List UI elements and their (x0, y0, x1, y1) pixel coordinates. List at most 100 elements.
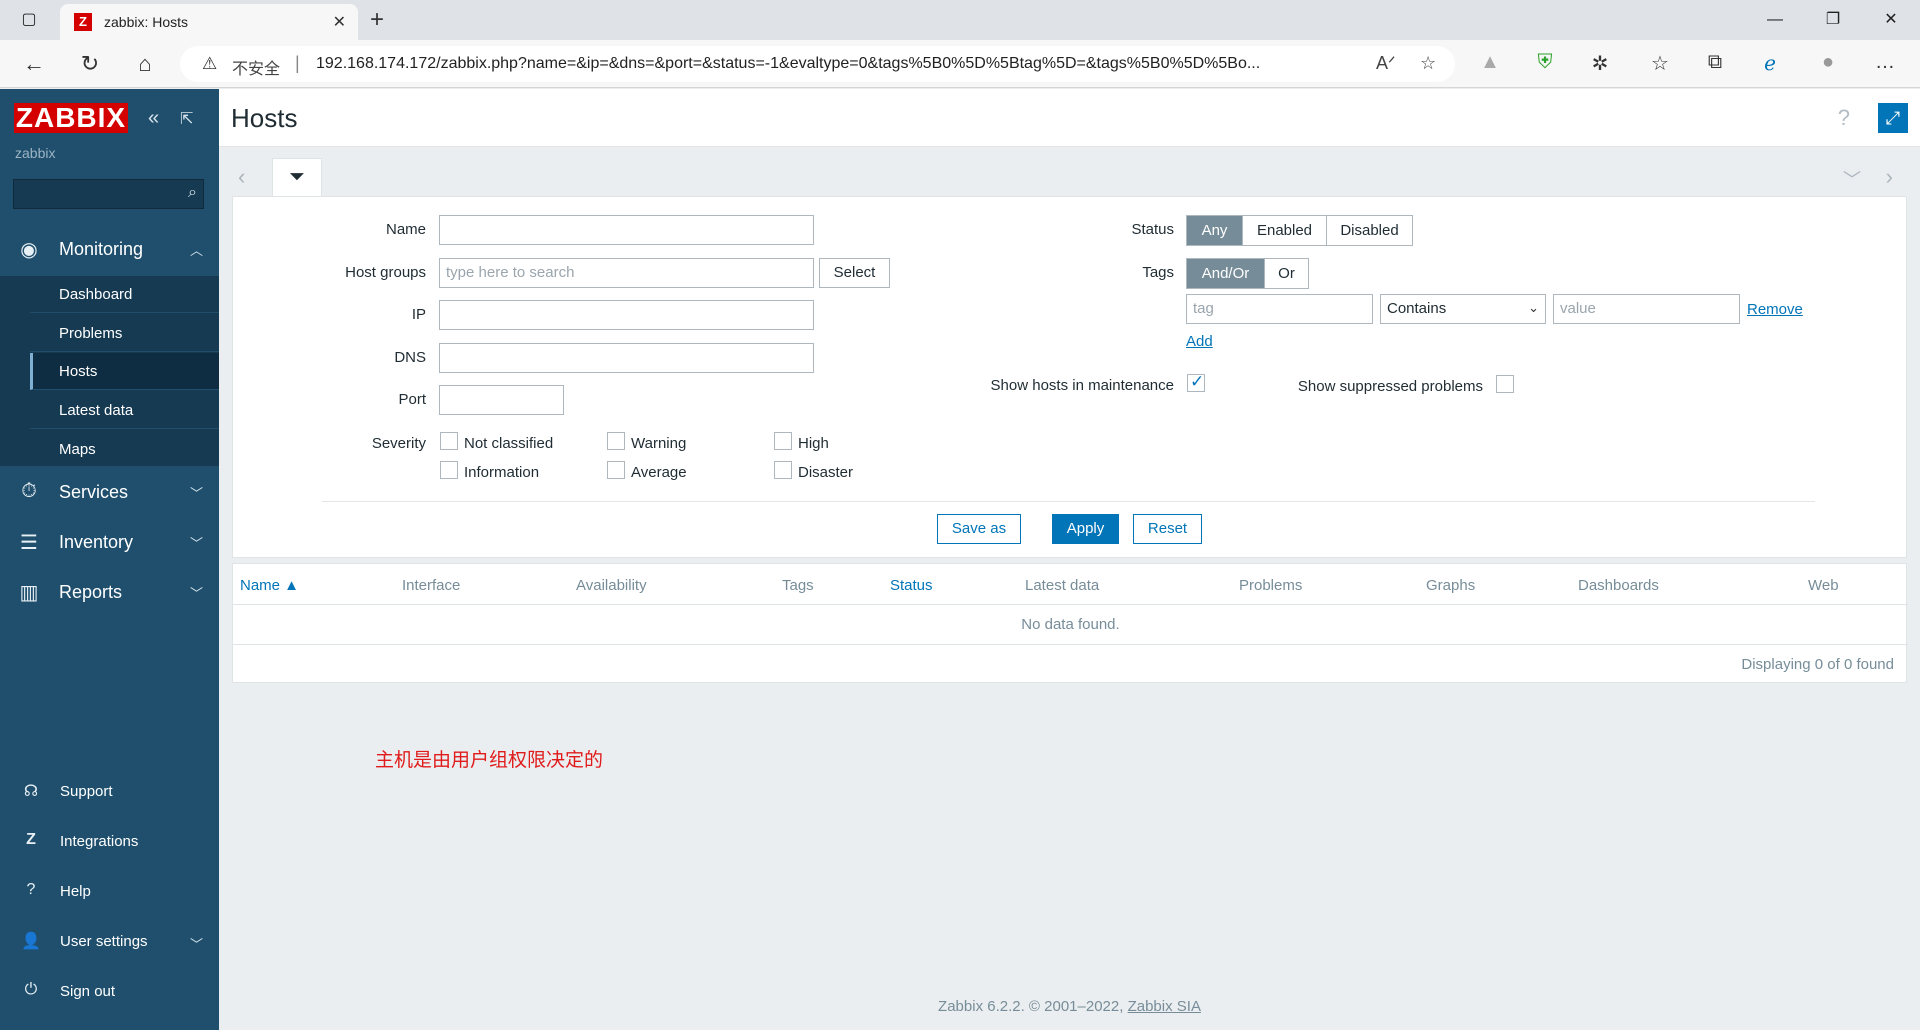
severity-information-checkbox[interactable] (440, 461, 458, 479)
new-tab-icon[interactable]: + (370, 6, 384, 34)
collections-icon[interactable]: ⧉ (1702, 51, 1728, 74)
extensions-icon[interactable]: ✲ (1587, 51, 1613, 76)
column-name[interactable]: Name ▲ (240, 577, 299, 594)
minimize-icon[interactable]: — (1746, 0, 1804, 40)
severity-not-classified-checkbox[interactable] (440, 432, 458, 450)
hide-sidebar-icon[interactable]: ⇱ (180, 109, 193, 129)
menu-inventory[interactable]: ☰ Inventory ﹀ (0, 517, 219, 567)
more-icon[interactable]: … (1872, 51, 1898, 74)
severity-disaster-checkbox[interactable] (774, 461, 792, 479)
menu-sign-out-label: Sign out (60, 983, 116, 1000)
maintenance-checkbox[interactable] (1187, 372, 1205, 392)
severity-average-checkbox[interactable] (607, 461, 625, 479)
search-icon[interactable]: ⌕ (188, 184, 197, 202)
menu-services[interactable]: ⏱ Services ﹀ (0, 467, 219, 517)
host-groups-label: Host groups (345, 264, 426, 281)
port-input[interactable] (439, 385, 564, 415)
severity-high-checkbox[interactable] (774, 432, 792, 450)
ie-mode-icon[interactable]: ℯ (1757, 51, 1783, 76)
sidebar-item-dashboard[interactable]: Dashboard (30, 276, 219, 313)
menu-reports-label: Reports (59, 582, 123, 602)
chevron-down-icon: ⌄ (1528, 300, 1539, 315)
chevron-left-icon[interactable]: ‹ (238, 164, 245, 190)
home-icon[interactable]: ⌂ (131, 50, 159, 78)
chevron-down-icon: ﹀ (189, 586, 203, 601)
integrations-icon: Z (26, 831, 36, 848)
window-close-icon[interactable]: ✕ (1862, 0, 1920, 40)
help-icon[interactable]: ? (1838, 105, 1850, 131)
tab-actions-icon[interactable]: ▢ (16, 8, 42, 32)
sidebar-item-problems[interactable]: Problems (30, 315, 219, 352)
sidebar-item-maps[interactable]: Maps (30, 431, 219, 468)
ip-input[interactable] (439, 300, 814, 330)
severity-warning-checkbox[interactable] (607, 432, 625, 450)
footer-link[interactable]: Zabbix SIA (1128, 998, 1201, 1015)
power-icon: ⏻ (24, 981, 38, 998)
menu-user-settings[interactable]: 👤 User settings ﹀ (0, 920, 219, 964)
ip-label: IP (411, 306, 426, 323)
suppressed-checkbox[interactable] (1496, 375, 1514, 393)
menu-reports[interactable]: ▥ Reports ﹀ (0, 567, 219, 617)
status-segmented-control: Any Enabled Disabled (1186, 215, 1413, 246)
extension-a-icon[interactable]: ▲ (1477, 51, 1503, 74)
status-disabled-option[interactable]: Disabled (1327, 216, 1412, 245)
status-any-option[interactable]: Any (1187, 216, 1243, 245)
menu-integrations[interactable]: Z Integrations (0, 820, 219, 864)
dns-input[interactable] (439, 343, 814, 373)
column-status[interactable]: Status (890, 577, 933, 594)
host-groups-input[interactable]: type here to search (439, 258, 814, 288)
menu-support[interactable]: ☊ Support (0, 770, 219, 814)
filter-tab[interactable]: ⏷ (272, 158, 322, 196)
menu-sign-out[interactable]: ⏻ Sign out (0, 970, 219, 1014)
chevron-down-icon: ﹀ (189, 536, 203, 551)
menu-monitoring[interactable]: ◉ Monitoring ︿ (0, 224, 219, 274)
no-data-message: No data found. (1021, 616, 1120, 633)
security-label[interactable]: 不安全 (232, 55, 280, 79)
footer-text: Zabbix 6.2.2. © 2001–2022, (938, 998, 1128, 1015)
tag-value-input[interactable]: value (1553, 294, 1740, 324)
status-enabled-option[interactable]: Enabled (1243, 216, 1327, 245)
kiosk-mode-icon[interactable]: ⤢ (1878, 103, 1908, 133)
table-footer-divider (233, 644, 1908, 645)
browser-tab[interactable]: Z zabbix: Hosts ✕ (60, 4, 358, 40)
url-text[interactable]: 192.168.174.172/zabbix.php?name=&ip=&dns… (316, 55, 1366, 73)
address-bar[interactable]: ⚠ 不安全 | 192.168.174.172/zabbix.php?name=… (180, 46, 1455, 82)
chevron-up-icon: ︿ (189, 243, 203, 258)
save-as-button[interactable]: Save as (937, 514, 1021, 544)
add-favorite-icon[interactable]: ☆ (1420, 53, 1436, 74)
sidebar-item-latest-data[interactable]: Latest data (30, 392, 219, 429)
severity-disaster-label: Disaster (798, 464, 854, 481)
back-icon[interactable]: ← (20, 50, 48, 78)
refresh-icon[interactable]: ↻ (76, 50, 104, 78)
host-groups-select-button[interactable]: Select (819, 258, 890, 288)
sidebar-search-input[interactable]: ⌕ (13, 179, 204, 209)
port-label: Port (398, 391, 426, 408)
severity-not-classified-label: Not classified (464, 435, 554, 452)
zabbix-logo[interactable]: ZABBIX (14, 103, 128, 133)
chevron-down-icon[interactable]: ﹀ (1843, 166, 1861, 192)
bar-chart-icon: ▥ (19, 582, 39, 604)
tags-and-or-option[interactable]: And/Or (1187, 259, 1265, 288)
tag-remove-link[interactable]: Remove (1747, 301, 1803, 318)
menu-help[interactable]: ? Help (0, 870, 219, 914)
read-aloud-icon[interactable]: Aᐟ (1376, 53, 1396, 74)
apply-button[interactable]: Apply (1052, 514, 1119, 544)
sidebar-item-hosts[interactable]: Hosts (30, 353, 219, 390)
help-icon: ? (26, 881, 36, 898)
tab-close-icon[interactable]: ✕ (333, 12, 346, 32)
favorites-icon[interactable]: ☆ (1647, 51, 1673, 76)
profile-icon[interactable]: ● (1815, 51, 1841, 74)
collapse-sidebar-icon[interactable]: « (148, 107, 159, 130)
chevron-right-icon[interactable]: › (1886, 164, 1893, 190)
monitoring-submenu: Dashboard Problems Hosts Latest data Map… (0, 276, 219, 468)
maximize-icon[interactable]: ❐ (1804, 0, 1862, 40)
name-input[interactable] (439, 215, 814, 245)
column-problems: Problems (1239, 577, 1303, 594)
tag-add-link[interactable]: Add (1186, 333, 1213, 350)
reset-button[interactable]: Reset (1133, 514, 1202, 544)
tag-name-input[interactable]: tag (1186, 294, 1373, 324)
table-header-divider (233, 604, 1908, 605)
tag-operator-select[interactable]: Contains ⌄ (1380, 294, 1546, 324)
tags-or-option[interactable]: Or (1265, 259, 1308, 288)
shield-extension-icon[interactable]: ⛨ (1532, 51, 1558, 74)
